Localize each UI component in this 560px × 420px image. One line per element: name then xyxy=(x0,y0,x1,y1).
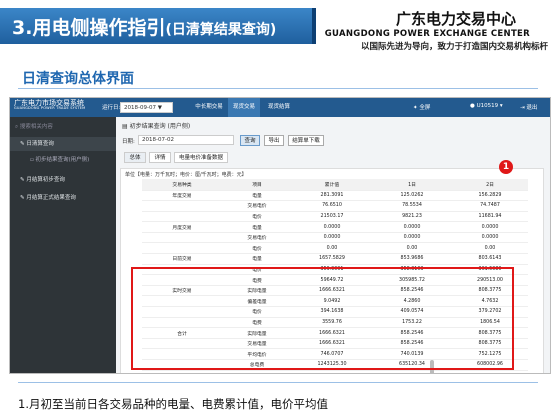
table-row: 月度交易 电量 0.0000 0.0000 0.0000 xyxy=(142,222,528,233)
table-cell: 21503.17 xyxy=(320,213,344,219)
app-logo: 广东电力市场交易系统 GUANGDONG POWER TRADE SYSTEM xyxy=(14,100,85,111)
table-row: 交易电价 0.0000 0.0000 0.0000 xyxy=(142,232,528,243)
sidebar-item-monthly-final[interactable]: ✎ 月结算正式结果查询 xyxy=(10,191,116,205)
sidebar-item-label: 日清算查询 xyxy=(26,141,54,147)
table-cell: 0.00 xyxy=(484,245,496,251)
table-cell xyxy=(142,243,222,254)
table-cell xyxy=(142,211,222,222)
table-cell: 0.0000 xyxy=(403,224,421,230)
table-cell: 电量 xyxy=(252,225,262,231)
table-cell: 78.5534 xyxy=(402,203,422,209)
nav-tab-midlong[interactable]: 中长期交易 xyxy=(190,98,228,117)
title-sub: (日清算结果查询) xyxy=(165,22,277,38)
column-header: 1日 xyxy=(372,179,452,190)
table-cell: 0.0000 xyxy=(481,224,499,230)
slide: 3.用电侧操作指引(日清算结果查询) 广东电力交易中心 GUANGDONG PO… xyxy=(0,0,560,420)
table-cell: 0.0000 xyxy=(403,235,421,241)
title-main: 3.用电侧操作指引 xyxy=(12,17,166,39)
query-button[interactable]: 查询 xyxy=(240,135,260,146)
top-navbar: 广东电力市场交易系统 GUANGDONG POWER TRADE SYSTEM … xyxy=(10,98,550,117)
period-label: 运行日: xyxy=(102,105,121,111)
sidebar-search-placeholder: 搜索相关内容 xyxy=(19,124,53,130)
table-cell: 0.00 xyxy=(406,245,418,251)
table-cell: 交易电价 xyxy=(247,236,267,242)
table-cell: 11681.94 xyxy=(478,213,502,219)
column-header: 项目 xyxy=(222,179,292,190)
table-cell: 125.0262 xyxy=(400,192,424,198)
section-divider xyxy=(18,88,538,89)
sidebar: ⌕ 搜索相关内容 ✎ 日清算查询 ▫ 初步结果查询(用户侧) ✎ 月结算初步查询… xyxy=(10,117,116,373)
sidebar-item-label: 月结算初步查询 xyxy=(26,177,65,183)
table-cell: 0.0000 xyxy=(481,235,499,241)
user-menu[interactable]: ● U10519 ▾ xyxy=(470,103,503,109)
nav-tab-settlement[interactable]: 现货结算 xyxy=(262,98,296,117)
table-cell: 日前交易 xyxy=(172,257,192,263)
breadcrumb: ▤ 初步结果查询 (用户侧) xyxy=(122,121,190,130)
section-title: 日清查询总体界面 xyxy=(22,71,134,87)
table-row: 电价 0.00 0.00 0.00 xyxy=(142,243,528,254)
table-row: 年度交易 电量 281.3091 125.0262 156.2829 xyxy=(142,190,528,201)
table-header-row: 交易种类 项目 累计值 1日 2日 xyxy=(142,179,528,190)
table-cell xyxy=(142,201,222,212)
table-cell: 803.6143 xyxy=(478,256,502,262)
table-row: 交易电价 76.6510 78.5534 74.7487 xyxy=(142,201,528,212)
table-cell: 853.9686 xyxy=(400,256,424,262)
nav-tab-spot[interactable]: 现货交易 xyxy=(228,98,260,117)
tab-details[interactable]: 详情 xyxy=(149,152,171,163)
slide-title: 3.用电侧操作指引(日清算结果查询) xyxy=(12,13,276,40)
table-cell: 0.0000 xyxy=(323,235,341,241)
exit-label: 退出 xyxy=(526,105,538,111)
tab-overall[interactable]: 总体 xyxy=(124,152,146,163)
brand-name-cn: 广东电力交易中心 xyxy=(395,10,516,28)
exit-button[interactable]: ⇥ 退出 xyxy=(520,103,537,111)
brand-name-en: GUANGDONG POWER EXCHANGE CENTER xyxy=(324,29,530,39)
table-cell: 281.3091 xyxy=(320,192,344,198)
column-header: 交易种类 xyxy=(142,179,222,190)
table-row: 日前交易 电量 1657.5829 853.9686 803.6143 xyxy=(142,254,528,265)
table-cell: 0.0000 xyxy=(323,224,341,230)
table-cell: 0.00 xyxy=(326,245,338,251)
date-label: 日期: xyxy=(122,139,135,145)
table-cell: 电价 xyxy=(252,246,262,252)
fullscreen-button[interactable]: ✦ 全屏 xyxy=(413,103,430,111)
sidebar-search[interactable]: ⌕ 搜索相关内容 xyxy=(15,122,111,133)
table-cell: 74.7487 xyxy=(480,203,500,209)
table-cell: 交易电价 xyxy=(247,204,267,210)
title-banner: 3.用电侧操作指引(日清算结果查询) xyxy=(0,8,316,44)
download-statement-button[interactable]: 结算单下载 xyxy=(288,135,324,146)
table-cell: 月度交易 xyxy=(172,225,192,231)
fullscreen-label: 全屏 xyxy=(419,105,431,111)
period-select[interactable]: 2018-09-07 ▼ xyxy=(120,102,173,113)
table-cell: 1657.5829 xyxy=(319,256,345,262)
brand-slogan: 以国际先进为导向，致力于打造国内交易机构标杆 xyxy=(360,42,548,52)
table-cell: 年度交易 xyxy=(172,193,192,199)
tab-price-data[interactable]: 电量电价准备数据 xyxy=(174,152,228,163)
table-row: 电价 21503.17 9821.23 11681.94 xyxy=(142,211,528,222)
export-button[interactable]: 导出 xyxy=(264,135,284,146)
unit-note: 单位【电量：万千瓦时；电价：厘/千瓦时；电费：元】 xyxy=(125,172,247,178)
sidebar-item-monthly-prelim[interactable]: ✎ 月结算初步查询 xyxy=(10,173,116,187)
breadcrumb-label: 初步结果查询 (用户侧) xyxy=(129,123,191,130)
footnote: 1.月初至当前日各交易品种的电量、电费累计值，电价平均值 xyxy=(18,397,328,411)
sidebar-item-daily[interactable]: ✎ 日清算查询 xyxy=(10,137,116,151)
table-cell: 电量 xyxy=(252,257,262,263)
callout-badge: 1 xyxy=(499,160,513,174)
column-header: 累计值 xyxy=(292,179,372,190)
table-cell: 电量 xyxy=(252,193,262,199)
sidebar-item-prelim-user[interactable]: ▫ 初步结果查询(用户侧) xyxy=(10,153,116,167)
table-cell: 电价 xyxy=(252,214,262,220)
table-cell: 9821.23 xyxy=(402,213,422,219)
table-cell: 76.6510 xyxy=(322,203,342,209)
sidebar-item-label: 月结算正式结果查询 xyxy=(26,195,76,201)
sidebar-item-label: 初步结果查询(用户侧) xyxy=(35,157,90,163)
date-input[interactable]: 2018-07-02 xyxy=(138,135,234,145)
table-cell: 156.2829 xyxy=(478,192,502,198)
highlight-box xyxy=(131,267,514,370)
table-cell xyxy=(142,232,222,243)
file-icon: ▤ xyxy=(122,123,130,130)
column-header: 2日 xyxy=(452,179,528,190)
user-name: U10519 ▾ xyxy=(476,103,503,109)
logo-en: GUANGDONG POWER TRADE SYSTEM xyxy=(14,106,86,110)
footer-divider xyxy=(18,382,538,383)
